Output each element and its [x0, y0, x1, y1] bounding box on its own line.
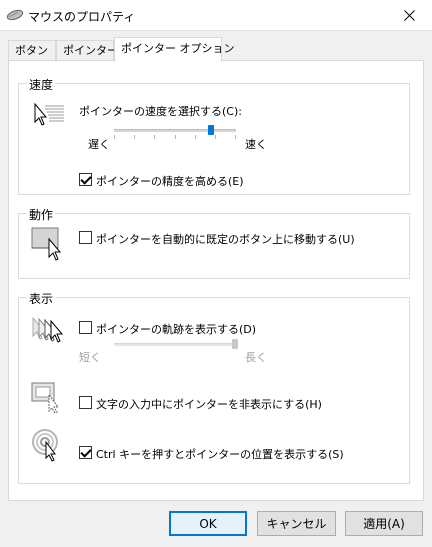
tab-pointer-options[interactable]: ポインター オプション — [114, 37, 235, 62]
tab-pointers[interactable]: ポインター — [56, 40, 118, 61]
snap-label: ポインターを自動的に既定のボタン上に移動する(U) — [96, 233, 355, 246]
cancel-button[interactable]: キャンセル — [257, 511, 336, 536]
window-title: マウスのプロパティ — [28, 10, 136, 24]
tab-buttons[interactable]: ボタン — [8, 40, 56, 61]
speed-slider-ticks — [114, 135, 236, 139]
snap-to-button-icon — [31, 227, 62, 261]
motion-group-title: 速度 — [27, 76, 56, 93]
close-icon — [403, 10, 415, 21]
speed-slow-label: 遅く — [88, 138, 110, 151]
trails-long-label: 長く — [245, 351, 267, 364]
speed-fast-label: 速く — [245, 138, 267, 151]
speed-slider-thumb[interactable] — [207, 125, 214, 135]
trails-label: ポインターの軌跡を表示する(D) — [96, 323, 257, 336]
trails-slider-track[interactable] — [114, 343, 235, 346]
snap-checkbox[interactable] — [79, 231, 92, 244]
show-location-icon — [32, 429, 58, 462]
speed-select-label: ポインターの速度を選択する(C): — [79, 105, 242, 118]
precision-checkbox[interactable] — [79, 173, 92, 186]
snap-group-title: 動作 — [27, 206, 56, 223]
hide-label: 文字の入力中にポインターを非表示にする(H) — [96, 398, 322, 411]
trails-short-label: 短く — [79, 351, 101, 364]
hide-checkbox[interactable] — [79, 396, 92, 409]
ctrl-locate-label: Ctrl キーを押すとポインターの位置を表示する(S) — [96, 448, 344, 461]
apply-button[interactable]: 適用(A) — [345, 511, 423, 536]
close-button[interactable] — [386, 0, 432, 31]
trails-slider-thumb[interactable] — [232, 339, 238, 349]
precision-label: ポインターの精度を高める(E) — [96, 175, 244, 188]
pointer-trails-icon — [32, 316, 64, 343]
hide-while-typing-icon — [31, 382, 59, 414]
title-bar: マウスのプロパティ — [0, 0, 432, 31]
trails-checkbox[interactable] — [79, 321, 92, 334]
ctrl-locate-checkbox[interactable] — [79, 446, 92, 459]
ok-button[interactable]: OK — [169, 511, 247, 536]
mouse-icon — [6, 9, 24, 21]
visibility-group-title: 表示 — [27, 290, 56, 307]
pointer-speed-icon — [34, 102, 64, 126]
speed-slider-track[interactable] — [114, 129, 236, 132]
